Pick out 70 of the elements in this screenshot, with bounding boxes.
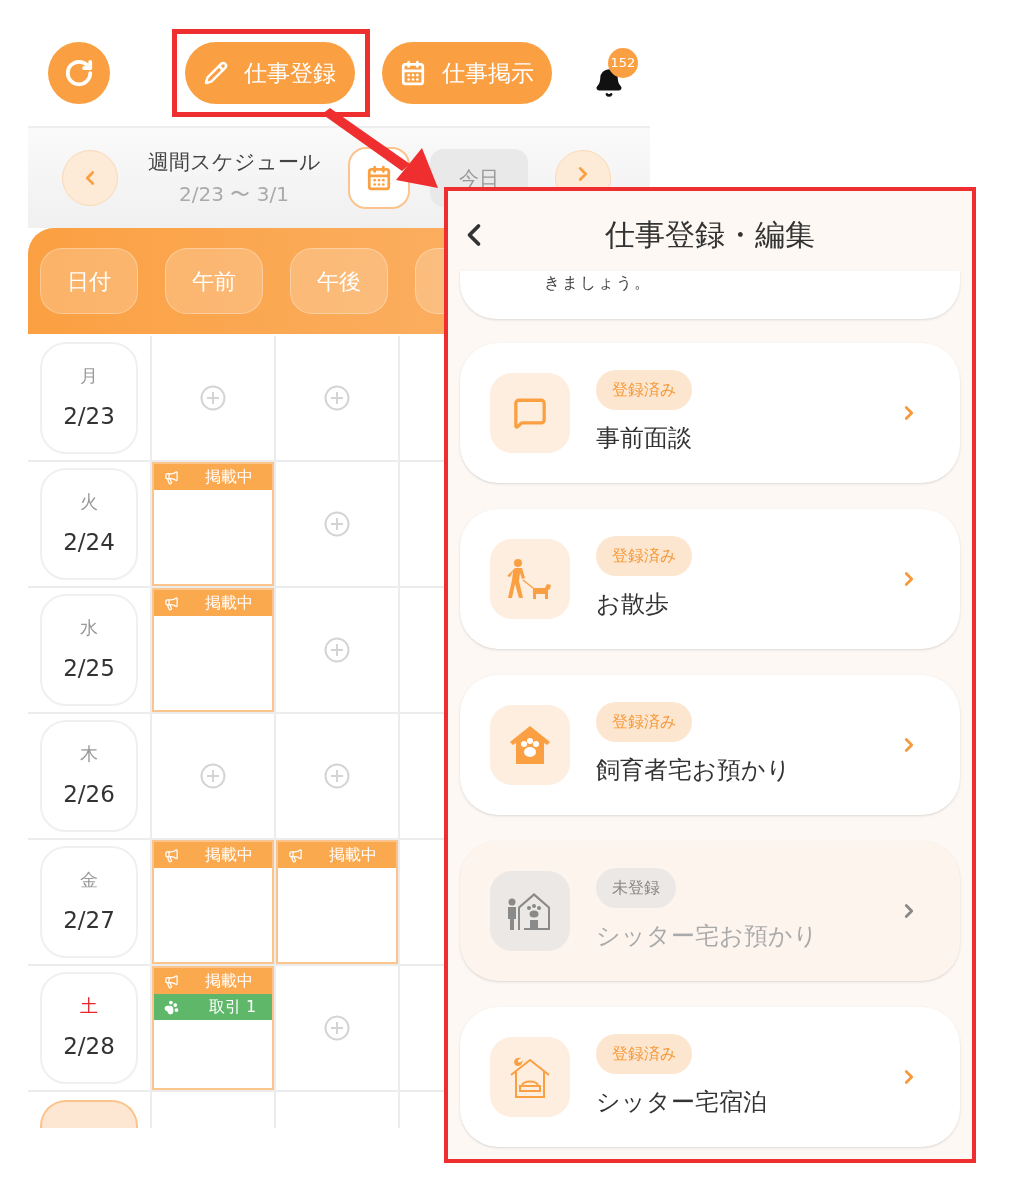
add-icon[interactable] <box>324 637 350 663</box>
date-card[interactable]: 土 2/28 <box>40 972 138 1084</box>
status-badge: 未登録 <box>596 868 676 908</box>
status-badge: 登録済み <box>596 1034 692 1074</box>
date-label: 2/26 <box>63 780 115 810</box>
service-name: シッター宅宿泊 <box>596 1087 767 1118</box>
date-label: 2/24 <box>63 528 115 558</box>
add-icon[interactable] <box>324 385 350 411</box>
date-card[interactable]: 金 2/27 <box>40 846 138 958</box>
service-name: 事前面談 <box>596 423 692 454</box>
service-card[interactable]: 登録済み 事前面談 <box>460 343 960 483</box>
previous-week-button[interactable] <box>62 150 118 206</box>
posting-tag: 掲載中 <box>154 590 272 616</box>
megaphone-icon <box>164 595 179 611</box>
weekday-label: 月 <box>80 364 98 389</box>
status-badge: 登録済み <box>596 370 692 410</box>
add-icon[interactable] <box>324 763 350 789</box>
add-icon[interactable] <box>324 1015 350 1041</box>
weekday-label: 火 <box>80 490 98 515</box>
service-card[interactable]: 登録済み お散歩 <box>460 509 960 649</box>
date-card[interactable]: 火 2/24 <box>40 468 138 580</box>
calendar-icon <box>366 165 392 191</box>
weekday-label: 木 <box>80 742 98 767</box>
house-bed-icon <box>508 1055 552 1099</box>
column-header: 午前 <box>165 248 263 314</box>
date-card[interactable]: 木 2/26 <box>40 720 138 832</box>
status-badge: 登録済み <box>596 536 692 576</box>
person-walking-dog-icon <box>507 558 553 600</box>
date-label: 2/23 <box>63 402 115 432</box>
service-card[interactable]: 登録済み 飼育者宅お預かり <box>460 675 960 815</box>
panel-title: 仕事登録・編集 <box>605 215 815 254</box>
megaphone-icon <box>288 847 303 863</box>
add-icon[interactable] <box>200 763 226 789</box>
date-label: 2/28 <box>63 1032 115 1062</box>
service-name: シッター宅お預かり <box>596 921 818 952</box>
service-name: お散歩 <box>596 589 669 620</box>
house-paw-icon <box>508 724 552 766</box>
pencil-icon <box>204 61 228 85</box>
paw-icon <box>164 999 179 1015</box>
date-label: 2/25 <box>63 654 115 684</box>
deal-tag: 取引 1 <box>154 994 272 1020</box>
add-icon[interactable] <box>200 385 226 411</box>
posting-tag: 掲載中 <box>278 842 396 868</box>
service-name: 飼育者宅お預かり <box>596 755 791 786</box>
posting-tag: 掲載中 <box>154 464 272 490</box>
intro-text: きましょう。 <box>544 273 652 292</box>
column-header: 午後 <box>290 248 388 314</box>
weekday-label: 水 <box>80 616 98 641</box>
posting-tag: 掲載中 <box>154 842 272 868</box>
weekday-label: 土 <box>80 994 98 1019</box>
add-icon[interactable] <box>324 511 350 537</box>
posting-tag: 掲載中 <box>154 968 272 994</box>
date-card[interactable] <box>40 1100 138 1128</box>
date-card[interactable]: 月 2/23 <box>40 342 138 454</box>
refresh-icon <box>64 58 94 88</box>
week-range: 2/23 〜 3/1 <box>179 180 289 208</box>
megaphone-icon <box>164 973 179 989</box>
date-card[interactable]: 水 2/25 <box>40 594 138 706</box>
megaphone-icon <box>164 469 179 485</box>
week-title: 週間スケジュール <box>147 149 321 177</box>
calendar-icon <box>400 60 426 86</box>
column-header: 日付 <box>40 248 138 314</box>
megaphone-icon <box>164 847 179 863</box>
date-label: 2/27 <box>63 906 115 936</box>
weekday-label: 金 <box>80 868 98 893</box>
bell-icon[interactable] <box>594 68 624 98</box>
status-badge: 登録済み <box>596 702 692 742</box>
notification-badge: 152 <box>608 48 638 78</box>
service-card[interactable]: 登録済み シッター宅宿泊 <box>460 1007 960 1147</box>
chat-icon <box>513 396 547 430</box>
